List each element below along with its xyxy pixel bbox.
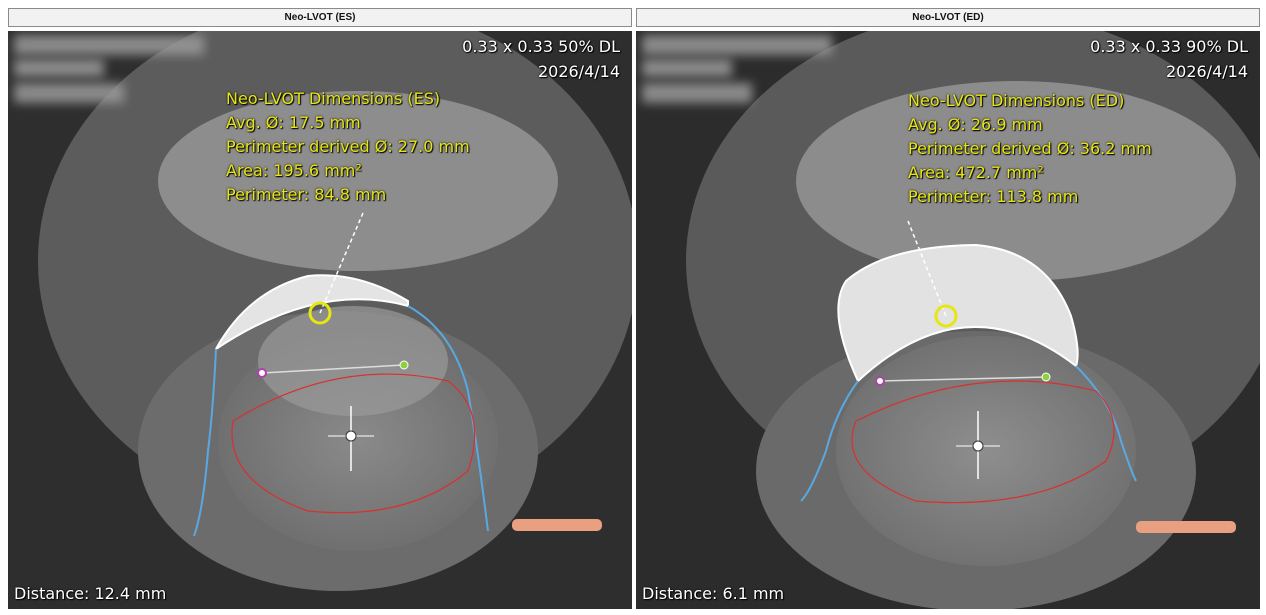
avg-diameter: Avg. Ø: 26.9 mm	[908, 115, 1043, 134]
orientation-figure	[1136, 521, 1236, 533]
panel-ed: Neo-LVOT (ED) 0.33 x 0.33 90% DL 2026/4/…	[636, 0, 1260, 612]
ct-viewport[interactable]: 0.33 x 0.33 50% DL 2026/4/14 Neo-LVOT Di…	[8, 31, 632, 609]
center-marker[interactable]	[345, 430, 357, 442]
measurement-block: Neo-LVOT Dimensions (ED) Avg. Ø: 26.9 mm…	[908, 89, 1152, 209]
pixel-spacing-label: 0.33 x 0.33 90% DL	[1090, 37, 1248, 56]
perimeter-value: Perimeter: 84.8 mm	[226, 185, 387, 204]
perimeter-value: Perimeter: 113.8 mm	[908, 187, 1079, 206]
area-value: Area: 195.6 mm²	[226, 161, 362, 180]
panel-title: Neo-LVOT (ED)	[636, 8, 1260, 27]
area-value: Area: 472.7 mm²	[908, 163, 1044, 182]
avg-diameter: Avg. Ø: 17.5 mm	[226, 113, 361, 132]
distance-readout: Distance: 12.4 mm	[14, 584, 167, 603]
perimeter-derived-diameter: Perimeter derived Ø: 36.2 mm	[908, 139, 1152, 158]
measurement-block: Neo-LVOT Dimensions (ES) Avg. Ø: 17.5 mm…	[226, 87, 470, 207]
measurement-heading: Neo-LVOT Dimensions (ED)	[908, 91, 1125, 110]
distance-readout: Distance: 6.1 mm	[642, 584, 785, 603]
valve-prosthesis	[836, 336, 1136, 566]
distance-point-start[interactable]	[875, 376, 885, 386]
date-label: 2026/4/14	[537, 62, 620, 81]
measurement-heading: Neo-LVOT Dimensions (ES)	[226, 89, 441, 108]
date-label: 2026/4/14	[1165, 62, 1248, 81]
ct-viewport[interactable]: 0.33 x 0.33 90% DL 2026/4/14 Neo-LVOT Di…	[636, 31, 1260, 609]
orientation-figure	[512, 519, 602, 531]
distance-point-start[interactable]	[257, 368, 267, 378]
perimeter-derived-diameter: Perimeter derived Ø: 27.0 mm	[226, 137, 470, 156]
panel-title: Neo-LVOT (ES)	[8, 8, 632, 27]
center-marker[interactable]	[972, 440, 984, 452]
distance-point-end[interactable]	[399, 360, 409, 370]
distance-point-end[interactable]	[1041, 372, 1051, 382]
pixel-spacing-label: 0.33 x 0.33 50% DL	[462, 37, 620, 56]
panel-es: Neo-LVOT (ES) 0.33 x 0.33 50% DL 2026/4/…	[8, 0, 632, 612]
